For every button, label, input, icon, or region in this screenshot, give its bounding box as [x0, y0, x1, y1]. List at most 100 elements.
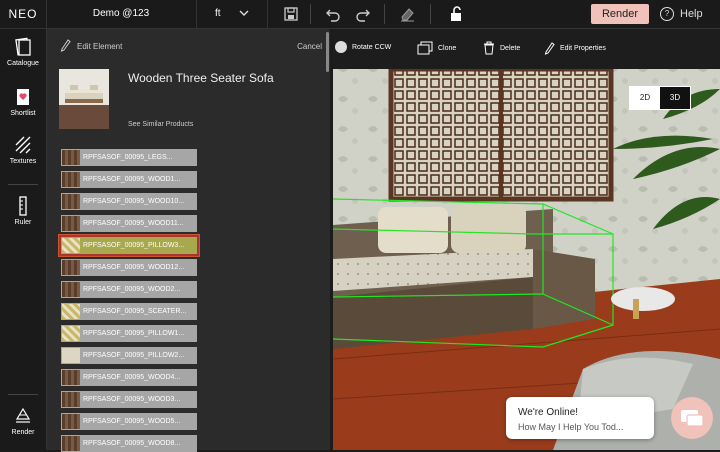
sidebar-divider: [8, 394, 38, 395]
chat-bubble[interactable]: We're Online! How May I Help You Tod...: [506, 397, 654, 439]
sidebar-item-ruler[interactable]: Ruler: [0, 196, 46, 226]
material-swatch: [62, 392, 80, 407]
material-list-item[interactable]: RPFSASOF_00095_SCEATER...: [61, 303, 197, 320]
redo-icon[interactable]: [354, 5, 372, 23]
material-swatch: [62, 150, 80, 165]
material-list-item[interactable]: RPFSASOF_00095_WOOD5...: [61, 413, 197, 430]
material-list-item[interactable]: RPFSASOF_00095_WOOD4...: [61, 369, 197, 386]
material-list-item[interactable]: RPFSASOF_00095_WOOD3...: [61, 391, 197, 408]
lock-open-icon[interactable]: [448, 5, 466, 23]
sidebar-item-label: Ruler: [14, 219, 32, 226]
material-swatch: [62, 348, 80, 363]
edit-properties-button[interactable]: Edit Properties: [543, 41, 606, 55]
material-list-item[interactable]: RPFSASOF_00095_WOOD8...: [61, 435, 197, 452]
object-toolbar: Rotate CCW Clone Delete Edit Properties: [333, 29, 720, 69]
sidebar-item-render[interactable]: Render: [0, 406, 46, 436]
pencil-icon: [60, 39, 71, 52]
sidebar-item-label: Shortlist: [10, 110, 36, 117]
material-label: RPFSASOF_00095_WOOD2...: [83, 286, 181, 293]
help-label: Help: [680, 8, 703, 20]
material-swatch: [62, 436, 80, 451]
material-list-item[interactable]: RPFSASOF_00095_LEGS...: [61, 149, 197, 166]
view-3d-button[interactable]: 3D: [660, 87, 690, 109]
clone-button[interactable]: Clone: [417, 41, 456, 55]
save-icon[interactable]: [282, 5, 300, 23]
panel-scrollbar[interactable]: [325, 30, 330, 450]
material-list-item[interactable]: RPFSASOF_00095_WOOD1...: [61, 171, 197, 188]
material-list-item[interactable]: RPFSASOF_00095_WOOD11...: [61, 215, 197, 232]
rotate-ccw-button[interactable]: Rotate CCW: [335, 41, 391, 55]
material-swatch: [62, 370, 80, 385]
sidebar-item-textures[interactable]: Textures: [0, 135, 46, 165]
toolbar-divider: [384, 4, 385, 24]
app-logo[interactable]: NEO: [0, 0, 47, 28]
textures-icon: [15, 136, 31, 154]
edit-element-panel: Edit Element Cancel Wooden Three Seater …: [47, 29, 330, 452]
toolbar-divider: [430, 4, 431, 24]
material-swatch: [62, 194, 80, 209]
material-label: RPFSASOF_00095_WOOD10...: [83, 198, 185, 205]
material-label: RPFSASOF_00095_PILLOW3...: [83, 242, 185, 249]
material-label: RPFSASOF_00095_WOOD4...: [83, 374, 181, 381]
chat-title: We're Online!: [518, 407, 579, 418]
delete-label: Delete: [500, 44, 521, 52]
material-label: RPFSASOF_00095_WOOD3...: [83, 396, 181, 403]
clone-label: Clone: [438, 44, 457, 52]
delete-button[interactable]: Delete: [483, 41, 520, 55]
material-label: RPFSASOF_00095_WOOD8...: [83, 440, 181, 447]
toolbar-divider: [310, 4, 311, 24]
chat-launcher-button[interactable]: [671, 397, 713, 439]
chat-subtitle: How May I Help You Tod...: [518, 422, 624, 432]
product-thumbnail: [59, 69, 109, 129]
help-button[interactable]: ? Help: [660, 4, 703, 24]
design-viewport[interactable]: Rotate CCW Clone Delete Edit Properties …: [333, 29, 720, 450]
left-sidebar: Catalogue Shortlist Textures Ruler Rende…: [0, 29, 47, 450]
shortlist-icon: [17, 89, 29, 105]
render-icon: [15, 407, 31, 423]
ruler-icon: [19, 196, 27, 216]
material-label: RPFSASOF_00095_WOOD5...: [83, 418, 181, 425]
rotate-label: Rotate CCW: [352, 44, 392, 51]
help-icon: ?: [660, 7, 674, 22]
material-list-item[interactable]: RPFSASOF_00095_WOOD2...: [61, 281, 197, 298]
unit-value: ft: [215, 8, 221, 19]
chevron-down-icon: [239, 10, 249, 16]
material-swatch: [62, 414, 80, 429]
render-button[interactable]: Render: [591, 4, 649, 24]
material-swatch: [62, 260, 80, 275]
material-list-item[interactable]: RPFSASOF_00095_WOOD10...: [61, 193, 197, 210]
chat-icon: [681, 410, 704, 427]
catalogue-icon: [15, 37, 31, 56]
sidebar-item-shortlist[interactable]: Shortlist: [0, 87, 46, 117]
material-label: RPFSASOF_00095_PILLOW2...: [83, 352, 185, 359]
project-name[interactable]: Demo @123: [56, 0, 186, 28]
material-list-item[interactable]: RPFSASOF_00095_WOOD12...: [61, 259, 197, 276]
sidebar-item-catalogue[interactable]: Catalogue: [0, 37, 46, 67]
scrollbar-thumb[interactable]: [326, 32, 329, 72]
pencil-icon: [544, 42, 555, 55]
undo-icon[interactable]: [324, 5, 342, 23]
product-name: Wooden Three Seater Sofa: [128, 71, 274, 85]
material-label: RPFSASOF_00095_PILLOW1...: [83, 330, 185, 337]
panel-title: Edit Element: [77, 42, 123, 51]
panel-header: Edit Element Cancel: [47, 29, 330, 63]
material-list-item[interactable]: RPFSASOF_00095_PILLOW3...: [59, 235, 199, 256]
material-swatch: [62, 282, 80, 297]
rotate-ccw-icon: [335, 41, 347, 54]
material-swatch: [62, 172, 80, 187]
sidebar-item-label: Textures: [9, 158, 37, 165]
unit-select[interactable]: ft: [196, 0, 268, 28]
cancel-button[interactable]: Cancel: [297, 42, 322, 51]
clone-icon: [417, 41, 433, 55]
material-label: RPFSASOF_00095_WOOD12...: [83, 264, 185, 271]
sidebar-item-label: Render: [11, 429, 35, 436]
view-2d-button[interactable]: 2D: [630, 87, 660, 109]
sidebar-item-label: Catalogue: [7, 60, 39, 67]
see-similar-link[interactable]: See Similar Products: [128, 121, 193, 128]
top-toolbar: NEO Demo @123 ft Render ? Help: [0, 0, 720, 29]
material-list-item[interactable]: RPFSASOF_00095_PILLOW1...: [61, 325, 197, 342]
eraser-icon[interactable]: [398, 5, 416, 23]
material-label: RPFSASOF_00095_LEGS...: [83, 154, 173, 161]
material-label: RPFSASOF_00095_SCEATER...: [83, 308, 187, 315]
material-list-item[interactable]: RPFSASOF_00095_PILLOW2...: [61, 347, 197, 364]
